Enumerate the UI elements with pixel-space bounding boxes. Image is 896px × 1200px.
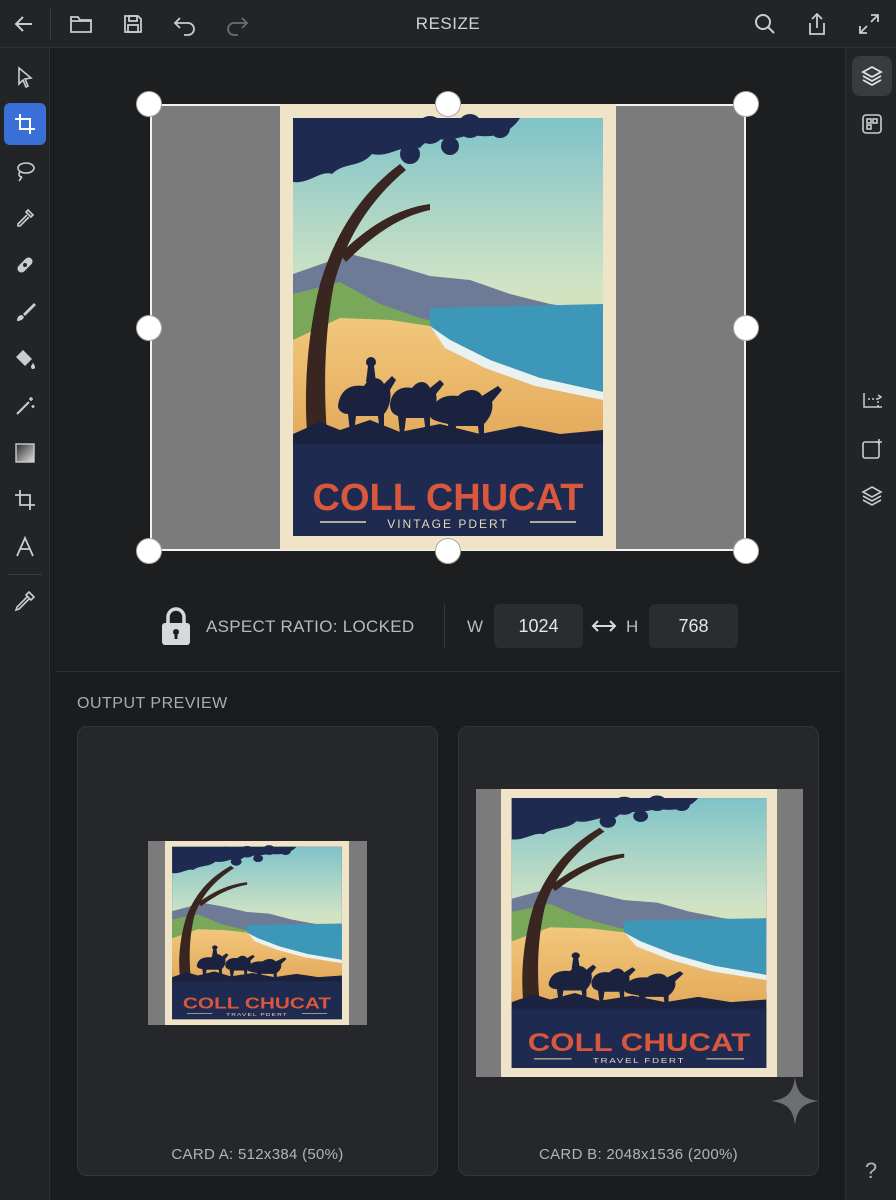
- preview-poster-title: COLL CHUCAT: [528, 1029, 750, 1056]
- divider: [444, 604, 445, 648]
- height-label: H: [626, 617, 639, 636]
- preview-poster-subtitle: TRAVEL PDERT: [226, 1013, 288, 1018]
- output-preview-title: OUTPUT PREVIEW: [77, 695, 228, 712]
- brush-icon[interactable]: [4, 291, 46, 333]
- fill-bucket-icon[interactable]: [4, 338, 46, 380]
- poster-title: COLL CHUCAT: [313, 477, 584, 519]
- poster-image: COLL CHUCAT VINTAGE PDERT: [280, 104, 616, 550]
- back-arrow-icon[interactable]: [8, 8, 40, 40]
- lasso-icon[interactable]: [4, 150, 46, 192]
- toolbar-divider: [8, 574, 42, 575]
- toolbar-divider: [50, 8, 51, 40]
- transform-icon[interactable]: [852, 382, 892, 422]
- search-icon[interactable]: [749, 8, 781, 40]
- lock-icon[interactable]: [159, 605, 193, 647]
- crop-handle-bottom-right[interactable]: [733, 538, 759, 564]
- preview-card-b[interactable]: COLL CHUCAT TRAVEL FDERT CARD B: 2048x15…: [458, 726, 819, 1176]
- top-toolbar: RESIZE: [0, 0, 896, 48]
- text-icon[interactable]: [4, 526, 46, 568]
- crop-handle-right[interactable]: [733, 315, 759, 341]
- undo-icon[interactable]: [169, 8, 201, 40]
- preview-poster-image: COLL CHUCAT TRAVEL FDERT: [501, 789, 777, 1077]
- page-title: RESIZE: [415, 14, 481, 33]
- crop-tool-active[interactable]: [4, 103, 46, 145]
- expand-icon[interactable]: [853, 8, 885, 40]
- crop-handle-bottom-left[interactable]: [136, 538, 162, 564]
- preview-poster-title: COLL CHUCAT: [183, 994, 332, 1012]
- width-label: W: [467, 617, 484, 636]
- healing-bandage-icon[interactable]: [4, 244, 46, 286]
- crop-handle-bottom[interactable]: [435, 538, 461, 564]
- select-arrow-icon[interactable]: [4, 56, 46, 98]
- crop-handle-top-left[interactable]: [136, 91, 162, 117]
- poster-subtitle: VINTAGE PDERT: [387, 517, 509, 531]
- right-panel: ?: [845, 48, 896, 1200]
- gradient-icon[interactable]: [4, 432, 46, 474]
- preview-poster-image: COLL CHUCAT TRAVEL PDERT: [165, 841, 349, 1025]
- card-caption: CARD A: 512x384 (50%): [171, 1146, 344, 1163]
- layers-icon[interactable]: [852, 56, 892, 96]
- preview-card-a[interactable]: COLL CHUCAT TRAVEL PDERT CARD A: 512x384…: [77, 726, 438, 1176]
- card-caption: CARD B: 2048x1536 (200%): [539, 1146, 738, 1163]
- left-toolbar: [0, 48, 50, 1200]
- magic-wand-icon[interactable]: [4, 385, 46, 427]
- section-divider: [56, 671, 840, 672]
- sparkle-icon: [771, 1077, 819, 1125]
- width-input[interactable]: [494, 604, 583, 648]
- crop-handle-top[interactable]: [435, 91, 461, 117]
- new-layer-icon[interactable]: [852, 429, 892, 469]
- color-picker-icon[interactable]: [4, 580, 46, 622]
- layers-stack-icon[interactable]: [852, 476, 892, 516]
- adjustments-icon[interactable]: [852, 104, 892, 144]
- eyedropper-icon[interactable]: [4, 197, 46, 239]
- share-icon[interactable]: [801, 8, 833, 40]
- preview-poster-subtitle: TRAVEL FDERT: [593, 1056, 685, 1065]
- swap-dimensions-icon[interactable]: [591, 614, 617, 638]
- crop-handle-top-right[interactable]: [733, 91, 759, 117]
- folder-icon[interactable]: [65, 8, 97, 40]
- height-input[interactable]: [649, 604, 738, 648]
- help-button[interactable]: ?: [846, 1158, 896, 1184]
- save-icon[interactable]: [117, 8, 149, 40]
- crop-icon[interactable]: [4, 479, 46, 521]
- aspect-ratio-label: ASPECT RATIO: LOCKED: [206, 617, 415, 636]
- crop-handle-left[interactable]: [136, 315, 162, 341]
- redo-icon[interactable]: [221, 8, 253, 40]
